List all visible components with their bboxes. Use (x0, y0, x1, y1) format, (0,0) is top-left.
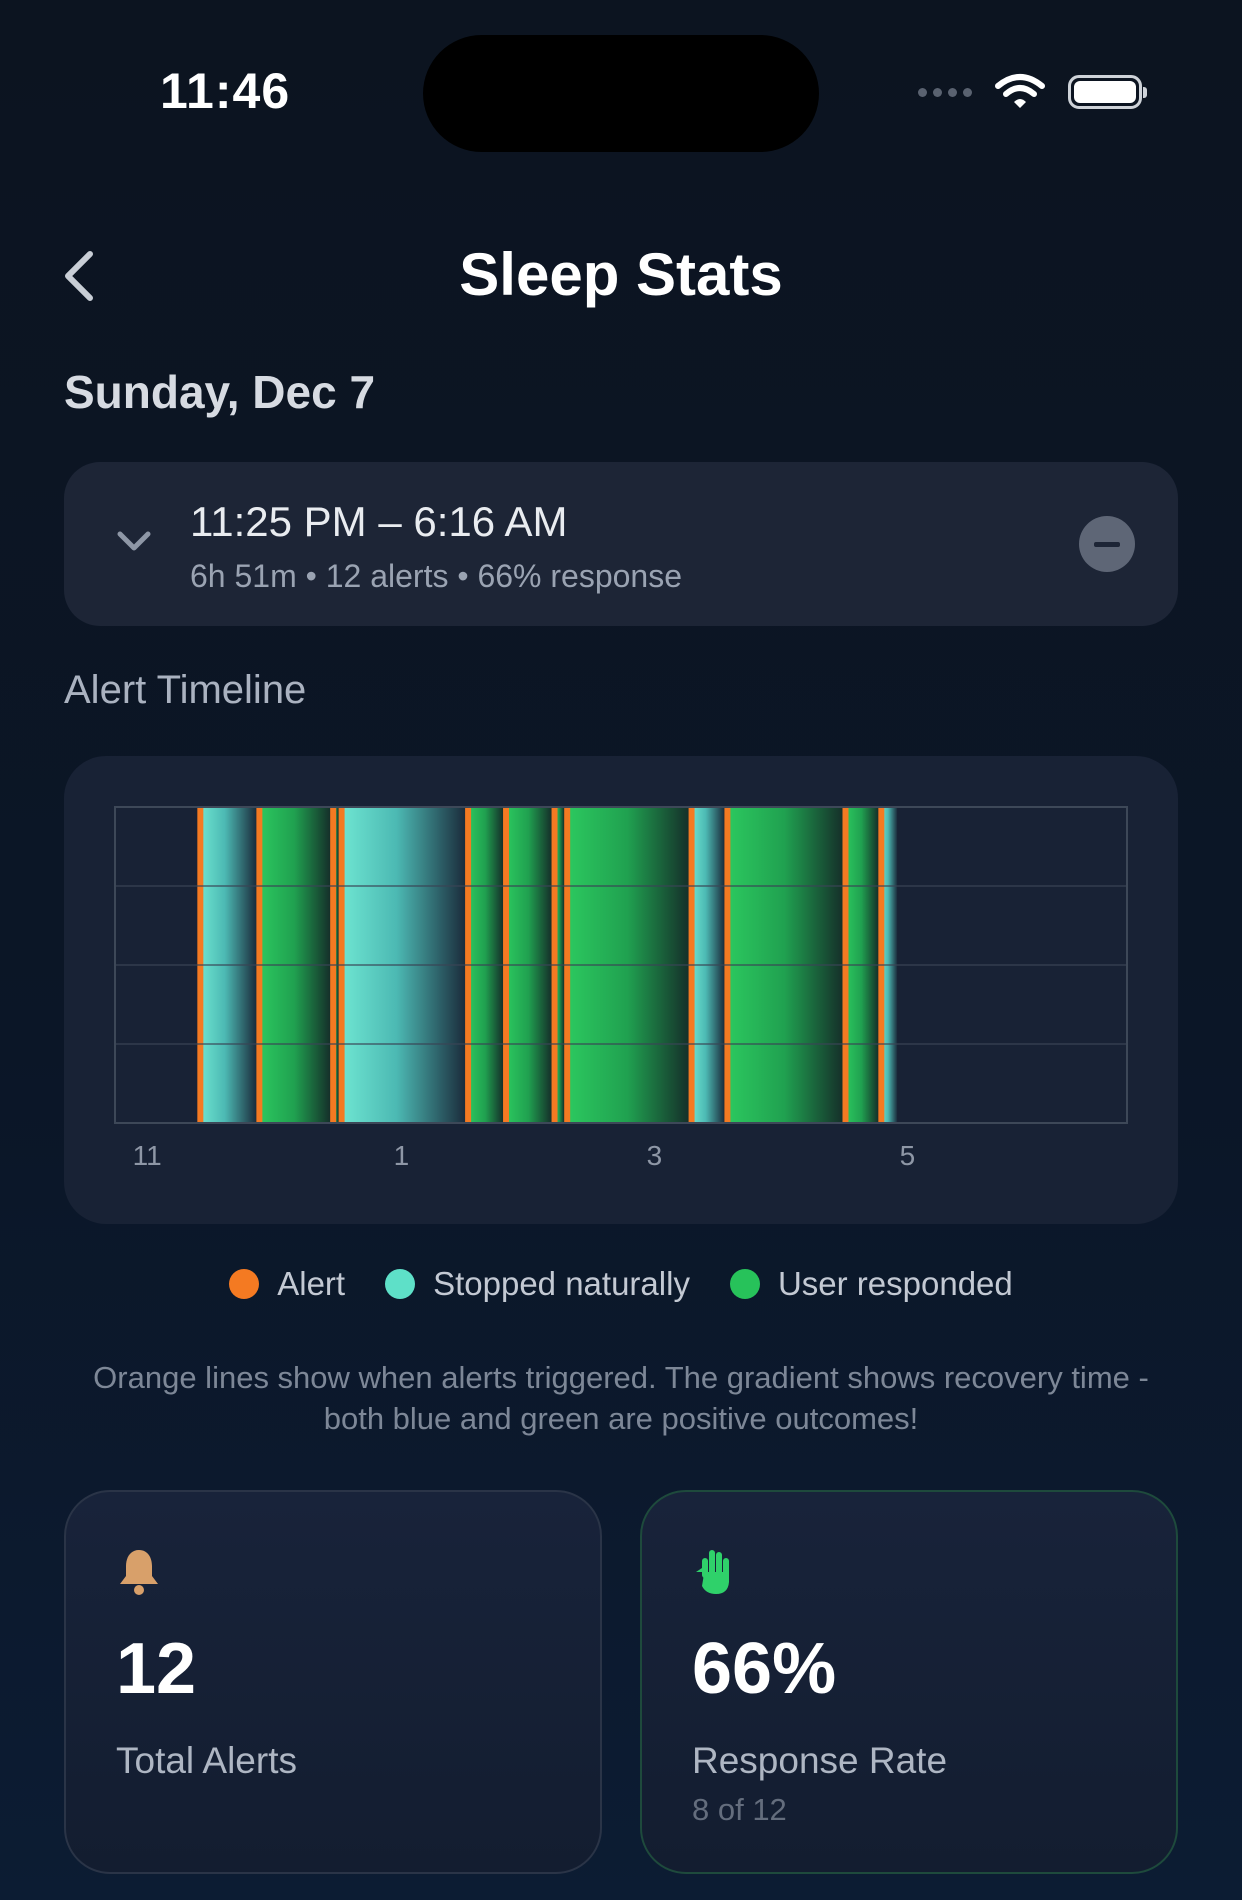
hand-icon (696, 1550, 729, 1594)
cellular-signal-icon (918, 87, 972, 97)
x-tick-label: 1 (394, 1140, 410, 1171)
total-alerts-value: 12 (116, 1629, 197, 1709)
x-tick-label: 11 (133, 1140, 162, 1171)
legend-user-responded: User responded (729, 1265, 1013, 1303)
legend-alert: Alert (229, 1265, 345, 1303)
legend-label-alert: Alert (277, 1265, 346, 1302)
battery-icon (1068, 75, 1147, 109)
timeline-legend: Alert Stopped naturally User responded (0, 1265, 1242, 1303)
legend-label-stopped: Stopped naturally (433, 1265, 690, 1302)
x-tick-label: 5 (900, 1140, 916, 1171)
timeline-note: Orange lines show when alerts triggered.… (93, 1360, 1149, 1436)
total-alerts-card: 12 Total Alerts (64, 1490, 602, 1874)
legend-stopped-naturally: Stopped naturally (385, 1265, 690, 1303)
legend-dot-responded (729, 1269, 760, 1299)
status-icons (918, 72, 1147, 112)
response-rate-label: Response Rate (692, 1740, 948, 1781)
legend-dot-alert (229, 1269, 260, 1299)
response-rate-card: 66% Response Rate 8 of 12 (640, 1490, 1178, 1874)
session-time-range: 11:25 PM – 6:16 AM (190, 498, 568, 545)
response-rate-sub: 8 of 12 (692, 1792, 787, 1827)
date-heading: Sunday, Dec 7 (64, 366, 376, 418)
status-time: 11:46 (160, 63, 291, 119)
alert-timeline-chart: 11 1 3 5 (64, 756, 1178, 1224)
dynamic-island (423, 35, 819, 152)
wifi-icon (995, 74, 1045, 108)
session-summary: 6h 51m • 12 alerts • 66% response (190, 558, 683, 594)
x-tick-label: 3 (647, 1140, 663, 1171)
response-rate-value: 66% (692, 1629, 837, 1709)
remove-session-button[interactable] (1079, 516, 1135, 572)
total-alerts-label: Total Alerts (116, 1740, 297, 1781)
timeline-svg: 11 1 3 5 (114, 806, 1128, 1171)
page-title: Sleep Stats (459, 241, 783, 308)
alert-timeline-heading: Alert Timeline (64, 668, 307, 712)
bell-icon (120, 1550, 158, 1595)
sleep-session-card[interactable]: 11:25 PM – 6:16 AM 6h 51m • 12 alerts • … (64, 462, 1178, 626)
legend-dot-stopped (385, 1269, 416, 1299)
legend-label-responded: User responded (777, 1265, 1013, 1302)
chevron-down-icon[interactable] (114, 526, 154, 556)
